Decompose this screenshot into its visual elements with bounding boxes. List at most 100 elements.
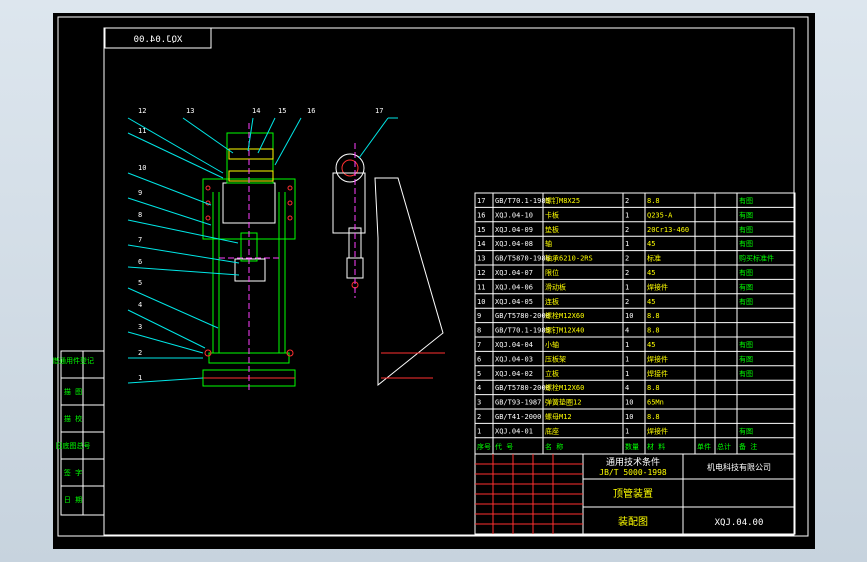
bom-cell: 2: [625, 255, 629, 263]
leader-label-7: 7: [138, 236, 142, 244]
bom-cell: XQJ.04-01: [495, 427, 533, 435]
bom-cell: 有图: [739, 225, 753, 234]
bom-cell: 标准: [647, 254, 661, 263]
standard-label: 通用技术条件: [606, 456, 660, 468]
leader-label-10: 10: [138, 164, 146, 172]
leader-label-6: 6: [138, 258, 142, 266]
bom-cell: XQJ.04-10: [495, 211, 533, 219]
bom-cell: GB/T70.1-1985: [495, 327, 550, 335]
bom-cell: 小轴: [545, 340, 559, 349]
bom-cell: 压板架: [545, 354, 566, 363]
bom-cell: 有图: [739, 297, 753, 306]
bom-cell: 15: [477, 226, 485, 234]
side-label-3: 旧底图总号: [56, 441, 91, 450]
bom-cell: Q235-A: [647, 211, 673, 219]
bom-cell: 8.8: [647, 327, 660, 335]
side-label-2: 描 校: [64, 414, 82, 423]
bom-header-cell: 序号: [477, 442, 491, 451]
bom-header-cell: 材 料: [647, 442, 665, 451]
bom-cell: 1: [625, 211, 629, 219]
bom-cell: 1: [625, 355, 629, 363]
bom-cell: 1: [625, 341, 629, 349]
bom-cell: 螺母M12: [545, 412, 572, 421]
bom-cell: 轴承6210-2RS: [545, 254, 593, 263]
bom-cell: 7: [477, 341, 481, 349]
leader-label-2: 2: [138, 349, 142, 357]
bom-header-cell: 名 称: [545, 442, 563, 451]
title-block: 通用技术条件 JB/T 5000-1998 机电科技有限公司 顶管装置 装配图 …: [474, 453, 796, 535]
leader-label-16: 16: [307, 107, 315, 115]
bom-cell: 45: [647, 298, 655, 306]
bom-cell: XQJ.04-05: [495, 298, 533, 306]
cad-canvas: XQJ.04.00 借通用件登记 描 图 描 校 旧底图总号 签 字 日 期 1…: [53, 13, 815, 549]
bom-header-cell: 备 注: [739, 442, 757, 451]
bom-cell: GB/T93-1987: [495, 399, 541, 407]
bom-cell: 有图: [739, 196, 753, 205]
company-name: 机电科技有限公司: [707, 462, 771, 472]
bom-cell: GB/T5780-2000: [495, 312, 550, 320]
bom-cell: 有图: [739, 354, 753, 363]
bom-cell: 2: [625, 298, 629, 306]
bom-cell: 立板: [545, 369, 559, 378]
leader-label-8: 8: [138, 211, 142, 219]
side-label-0: 借通用件登记: [53, 356, 94, 365]
drawing-name: 顶管装置: [613, 487, 653, 500]
bom-cell: 4: [477, 384, 481, 392]
bom-cell: 购买标准件: [739, 254, 774, 263]
bom-cell: 垫板: [545, 225, 559, 234]
bom-cell: 10: [625, 312, 633, 320]
bom-cell: 16: [477, 211, 485, 219]
bom-header-cell: 代 号: [495, 442, 513, 451]
leader-label-11: 11: [138, 127, 146, 135]
leader-label-3: 3: [138, 323, 142, 331]
bom-cell: 8.8: [647, 384, 660, 392]
bom-cell: 焊接件: [647, 282, 668, 291]
bom-header-cell: 数量: [625, 442, 639, 451]
title-box-text: XQJ.04.00: [134, 35, 183, 45]
bom-cell: 有图: [739, 282, 753, 291]
leader-label-13: 13: [186, 107, 194, 115]
bom-cell: 轴: [545, 239, 552, 248]
bom-cell: 8.8: [647, 312, 660, 320]
bom-cell: 12: [477, 269, 485, 277]
bom-cell: 2: [625, 226, 629, 234]
bom-cell: XQJ.04-07: [495, 269, 533, 277]
bom-cell: 5: [477, 370, 481, 378]
bom-cell: XQJ.04-02: [495, 370, 533, 378]
bom-cell: 螺栓M12X60: [545, 311, 584, 320]
leader-label-17: 17: [375, 107, 383, 115]
bom-cell: 1: [625, 283, 629, 291]
drawing-type: 装配图: [618, 515, 648, 528]
bom-cell: 焊接件: [647, 354, 668, 363]
bom-cell: 有图: [739, 210, 753, 219]
bom-cell: 2: [625, 269, 629, 277]
bom-header-cell: 单件: [697, 442, 711, 451]
leader-label-15: 15: [278, 107, 286, 115]
bom-cell: GB/T70.1-1985: [495, 197, 550, 205]
bom-cell: XQJ.04-04: [495, 341, 533, 349]
bom-cell: 17: [477, 197, 485, 205]
bom-cell: 有图: [739, 426, 753, 435]
bom-cell: 有图: [739, 268, 753, 277]
bom-cell: 2: [625, 197, 629, 205]
bom-cell: 45: [647, 240, 655, 248]
bom-cell: 有图: [739, 340, 753, 349]
bom-cell: 65Mn: [647, 399, 664, 407]
bom-cell: 11: [477, 283, 485, 291]
leader-label-12: 12: [138, 107, 146, 115]
leader-label-9: 9: [138, 189, 142, 197]
side-label-block: 借通用件登记 描 图 描 校 旧底图总号 签 字 日 期: [53, 350, 105, 516]
leader-label-14: 14: [252, 107, 260, 115]
bom-table: 17 GB/T70.1-1985螺钉M8X25 2 8.8 有图16 XQJ.04-10 卡…: [474, 192, 796, 455]
bom-cell: 4: [625, 384, 629, 392]
bom-cell: GB/T5780-2000: [495, 384, 550, 392]
bom-cell: 10: [477, 298, 485, 306]
bom-cell: 有图: [739, 239, 753, 248]
bom-cell: 有图: [739, 369, 753, 378]
bom-cell: 滑动板: [545, 282, 566, 291]
bom-cell: 焊接件: [647, 369, 668, 378]
bom-cell: GB/T41-2000: [495, 413, 541, 421]
bom-cell: 45: [647, 269, 655, 277]
side-label-1: 描 图: [64, 387, 82, 396]
side-view: 17: [332, 107, 445, 387]
